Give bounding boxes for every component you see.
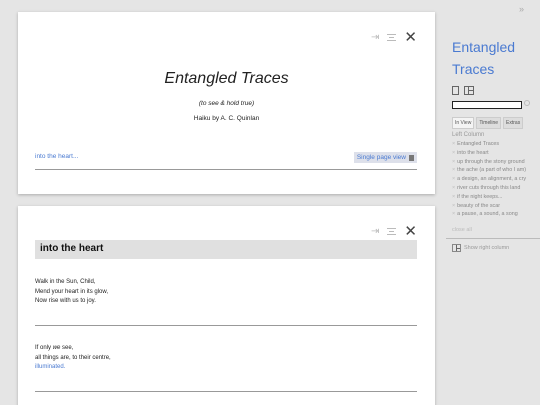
divider	[446, 238, 540, 239]
single-page-view-button[interactable]: Single page view	[353, 152, 417, 163]
list-item[interactable]: × beauty of the scar	[452, 202, 526, 211]
show-right-column-label: Show right column	[464, 245, 510, 251]
document-icon[interactable]	[452, 86, 459, 95]
close-icon: ×	[452, 141, 456, 147]
story-title: Entangled Traces	[164, 70, 289, 87]
book-icon	[409, 154, 414, 161]
stanza-2: If only we see, all things are, to their…	[35, 344, 111, 373]
search-icon[interactable]	[524, 100, 530, 106]
stanza-line: all things are, to their centre,	[35, 354, 111, 361]
single-page-view-label: Single page view	[356, 154, 406, 161]
list-item[interactable]: × if the night keeps...	[452, 193, 526, 202]
list-item[interactable]: × a pause, a sound, a song	[452, 210, 526, 219]
show-right-column-button[interactable]: Show right column	[452, 244, 509, 252]
list-item[interactable]: × the ache (a part of who I am)	[452, 166, 526, 175]
goto-icon[interactable]: ⇥	[371, 226, 379, 237]
close-icon: ×	[452, 202, 456, 209]
list-item[interactable]: × a design, an alignment, a cry	[452, 175, 526, 184]
close-icon: ×	[452, 167, 456, 174]
stanza-line: Walk in the Sun, Child,	[35, 279, 96, 285]
divider	[35, 391, 417, 392]
close-icon[interactable]: ✕	[404, 224, 417, 239]
collapse-sidebar-icon[interactable]: »	[519, 4, 524, 14]
story-author: Haiku by A. C. Quinlan	[193, 115, 260, 122]
passage-list: × Entangled Traces × into the heart × up th…	[452, 140, 526, 219]
stanza-line: Mend your heart in its glow,	[35, 288, 109, 295]
list-item[interactable]: × Entangled Traces	[452, 140, 526, 149]
stanza-line: Now rise with us to joy.	[35, 298, 96, 304]
tab-timeline[interactable]: Timeline	[476, 117, 502, 129]
divider	[35, 325, 417, 326]
menu-lines-icon[interactable]	[387, 228, 397, 235]
sidebar-icons	[452, 86, 474, 95]
card-toolbar: ⇥ ✕	[371, 30, 417, 45]
stanza-1: Walk in the Sun, Child, Mend your heart …	[35, 278, 108, 307]
section-heading: Left Column	[452, 132, 485, 138]
close-icon: ×	[452, 211, 456, 218]
card-toolbar: ⇥ ✕	[371, 224, 417, 239]
story-subtitle: (to see & hold true)	[198, 100, 255, 107]
poem-heading: into the heart	[35, 240, 417, 259]
title-card: ⇥ ✕ Entangled Traces (to see & hold true…	[18, 12, 435, 194]
close-icon: ×	[452, 184, 456, 191]
sidebar-tabs: In View Timeline Extras	[452, 117, 524, 129]
list-item[interactable]: × into the heart	[452, 149, 526, 158]
close-icon: ×	[452, 193, 456, 200]
divider	[35, 169, 417, 170]
search-input[interactable]	[452, 101, 522, 109]
stanza-line: If only we see,	[35, 345, 74, 351]
sidebar: » Entangled Traces In View Timeline Extr…	[446, 0, 540, 405]
next-passage-link[interactable]: into the heart...	[35, 153, 78, 160]
list-item[interactable]: × up through the stony ground	[452, 158, 526, 167]
close-icon: ×	[452, 158, 456, 165]
menu-lines-icon[interactable]	[387, 34, 397, 41]
goto-icon[interactable]: ⇥	[371, 32, 379, 43]
tab-in-view[interactable]: In View	[452, 117, 475, 129]
close-icon[interactable]: ✕	[404, 30, 417, 45]
sidebar-title[interactable]: Entangled Traces	[452, 36, 515, 80]
close-all-link[interactable]: close all	[452, 227, 472, 233]
tab-extras[interactable]: Extras	[503, 117, 524, 129]
poem-card: ⇥ ✕ into the heart Walk in the Sun, Chil…	[18, 206, 435, 405]
layout-icon	[452, 244, 461, 252]
list-item[interactable]: × river cuts through this land	[452, 184, 526, 193]
layout-icon[interactable]	[464, 86, 474, 95]
close-icon: ×	[452, 176, 456, 183]
close-icon: ×	[452, 149, 456, 156]
illuminated-link[interactable]: illuminated.	[35, 363, 111, 373]
